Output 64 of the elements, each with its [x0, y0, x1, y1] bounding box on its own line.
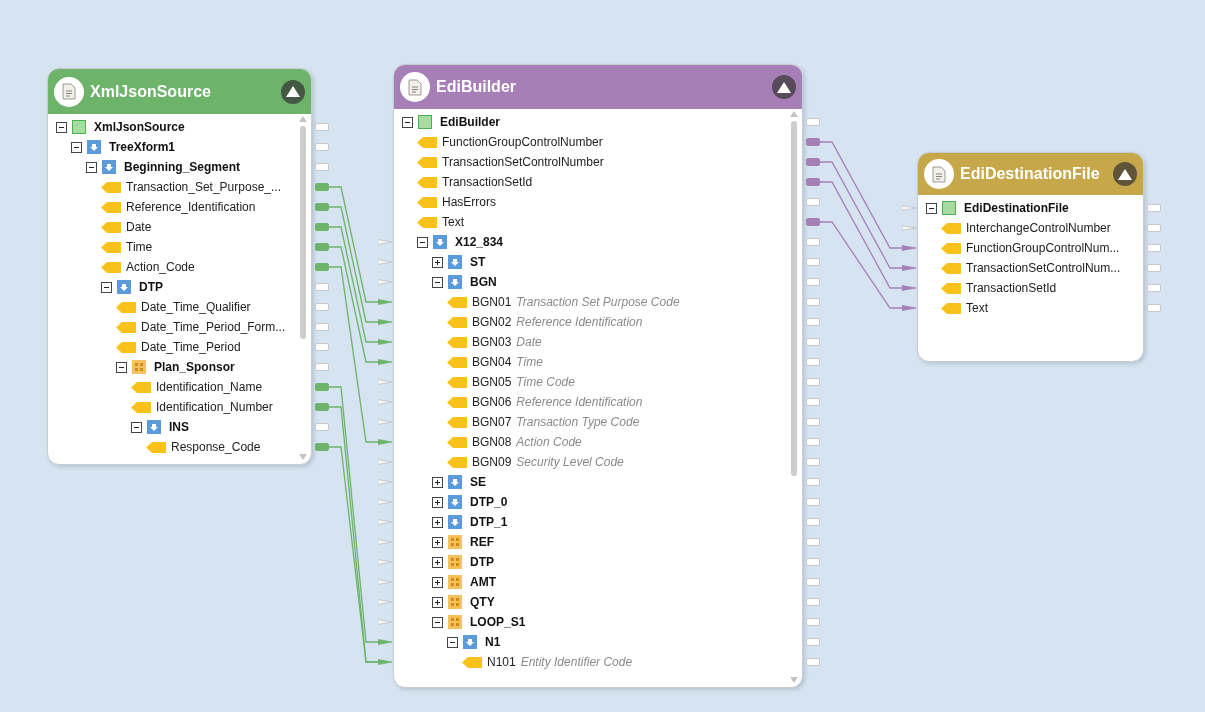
field-description: Action Code [516, 434, 582, 451]
node-label: DTP [139, 279, 163, 296]
field-label: TransactionSetId [442, 174, 533, 191]
field-label: FunctionGroupControlNum... [966, 240, 1120, 257]
node-label: LOOP_S1 [470, 614, 526, 631]
field-label: N101 [487, 654, 516, 671]
field-label: BGN01 [472, 294, 512, 311]
field-label: Text [966, 300, 988, 317]
field-label: TransactionSetControlNum... [966, 260, 1121, 277]
node-label: BGN [470, 274, 497, 291]
field-description: Reference Identification [516, 394, 643, 411]
field-label: Response_Code [171, 439, 261, 456]
field-label: BGN03 [472, 334, 512, 351]
field-label: Date_Time_Period_Form... [141, 319, 286, 336]
node-label: Plan_Sponsor [154, 359, 235, 376]
field-label: InterchangeControlNumber [966, 220, 1111, 237]
field-label: BGN08 [472, 434, 512, 451]
node-label: X12_834 [455, 234, 504, 251]
node-label: Beginning_Segment [124, 159, 240, 176]
node-title: EdiBuilder [436, 77, 517, 97]
field-label: BGN02 [472, 314, 512, 331]
field-label: TransactionSetId [966, 280, 1057, 297]
field-label: Date_Time_Qualifier [141, 299, 251, 316]
field-label: Date [126, 219, 152, 236]
field-label: BGN04 [472, 354, 512, 371]
node-label: INS [169, 419, 189, 436]
node-label: DTP_1 [470, 514, 508, 531]
field-label: BGN09 [472, 454, 512, 471]
node-label: SE [470, 474, 486, 491]
field-description: Time [516, 354, 543, 371]
node-label: N1 [485, 634, 501, 651]
node-label: REF [470, 534, 494, 551]
node-label: DTP [470, 554, 494, 571]
field-description: Reference Identification [516, 314, 643, 331]
node-label: XmlJsonSource [94, 119, 185, 136]
field-description: Entity Identifier Code [520, 654, 633, 671]
field-label: Identification_Number [156, 399, 273, 416]
field-label: Time [126, 239, 153, 256]
field-description: Time Code [516, 374, 575, 391]
field-label: BGN06 [472, 394, 512, 411]
field-description: Transaction Type Code [516, 414, 640, 431]
node-label: EdiDestinationFile [964, 200, 1069, 217]
node-title: EdiDestinationFile [960, 164, 1101, 184]
node-label: QTY [470, 594, 495, 611]
node-label: AMT [470, 574, 496, 591]
node-label: ST [470, 254, 486, 271]
field-label: Action_Code [126, 259, 195, 276]
field-label: Text [442, 214, 464, 231]
field-label: Transaction_Set_Purpose_... [126, 179, 281, 196]
field-label: Identification_Name [156, 379, 263, 396]
node-label: TreeXform1 [109, 139, 176, 156]
field-label: TransactionSetControlNumber [442, 154, 604, 171]
node-label: DTP_0 [470, 494, 508, 511]
field-label: BGN05 [472, 374, 512, 391]
field-label: FunctionGroupControlNumber [442, 134, 603, 151]
node-title: XmlJsonSource [90, 81, 212, 102]
field-label: Date_Time_Period [141, 339, 241, 356]
field-label: Reference_Identification [126, 199, 256, 216]
field-description: Transaction Set Purpose Code [516, 294, 680, 311]
node-label: EdiBuilder [440, 114, 500, 131]
field-description: Date [516, 334, 542, 351]
field-label: BGN07 [472, 414, 512, 431]
field-label: HasErrors [442, 194, 496, 211]
field-description: Security Level Code [516, 454, 624, 471]
